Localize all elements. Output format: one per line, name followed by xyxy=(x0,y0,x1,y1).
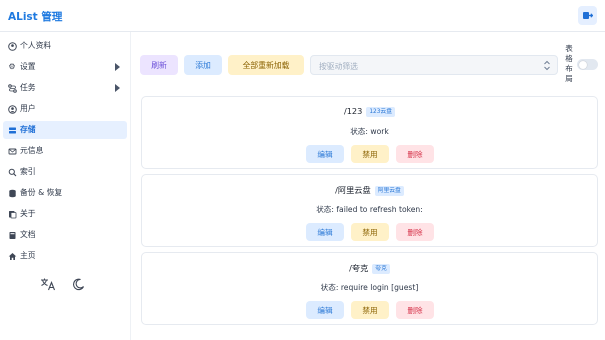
driver-filter-select[interactable]: 按驱动筛选 xyxy=(310,55,558,75)
expand-caret-icon xyxy=(115,84,120,92)
sidebar-item-label: 文档 xyxy=(20,230,36,239)
edit-button[interactable]: 编辑 xyxy=(306,145,344,163)
sidebar-item-label: 索引 xyxy=(20,167,36,176)
chevron-updown-icon xyxy=(544,60,550,71)
info-icon xyxy=(7,209,17,219)
sidebar-item-label: 元信息 xyxy=(20,146,44,155)
sidebar-item-label: 备份 & 恢复 xyxy=(20,188,63,197)
add-button[interactable]: 添加 xyxy=(184,55,222,75)
meta-icon xyxy=(7,146,17,156)
driver-badge: 123云盘 xyxy=(366,107,396,117)
storage-actions: 编辑 禁用 删除 xyxy=(306,223,434,241)
sidebar-item-docs[interactable]: 文档 xyxy=(3,226,127,244)
disable-button[interactable]: 禁用 xyxy=(351,145,389,163)
sidebar-item-label: 个人资料 xyxy=(20,41,52,50)
reload-all-button[interactable]: 全部重新加载 xyxy=(228,55,304,75)
database-icon xyxy=(7,125,17,135)
sidebar-item-label: 关于 xyxy=(20,209,36,218)
storage-card: /阿里云盘 阿里云盘 状态: failed to refresh token: 编… xyxy=(141,174,598,247)
storage-actions: 编辑 禁用 删除 xyxy=(306,301,434,319)
sidebar-item-profile[interactable]: 个人资料 xyxy=(3,37,127,55)
storage-actions: 编辑 禁用 删除 xyxy=(306,145,434,163)
delete-button[interactable]: 删除 xyxy=(396,145,434,163)
sidebar-item-label: 用户 xyxy=(20,104,36,113)
expand-caret-icon xyxy=(115,63,120,71)
disable-button[interactable]: 禁用 xyxy=(351,223,389,241)
logout-button[interactable] xyxy=(578,6,597,25)
refresh-button[interactable]: 刷新 xyxy=(140,55,178,75)
driver-badge: 夸克 xyxy=(372,264,390,274)
route-icon xyxy=(7,83,17,93)
driver-filter-placeholder: 按驱动筛选 xyxy=(319,62,358,71)
driver-badge: 阿里云盘 xyxy=(374,186,404,196)
storage-status: 状态: require login [guest] xyxy=(320,283,419,292)
logout-icon xyxy=(583,12,593,19)
sidebar-item-tasks[interactable]: 任务 xyxy=(3,79,127,97)
user-circle-icon xyxy=(7,41,17,51)
sidebar-item-settings[interactable]: ⚙ 设置 xyxy=(3,58,127,76)
top-header: AList 管理 xyxy=(0,0,605,32)
app-title: AList 管理 xyxy=(8,11,63,23)
sidebar-item-meta[interactable]: 元信息 xyxy=(3,142,127,160)
sidebar-item-backup[interactable]: 备份 & 恢复 xyxy=(3,184,127,202)
toggle-knob xyxy=(578,60,587,69)
sidebar-item-label: 任务 xyxy=(20,83,36,92)
edit-button[interactable]: 编辑 xyxy=(306,223,344,241)
sidebar-item-storage[interactable]: 存储 xyxy=(3,121,127,139)
storage-title: /阿里云盘 阿里云盘 xyxy=(142,184,597,196)
sidebar-item-index[interactable]: 索引 xyxy=(3,163,127,181)
delete-button[interactable]: 删除 xyxy=(396,301,434,319)
storage-status: 状态: failed to refresh token: xyxy=(316,205,423,214)
sidebar-item-label: 主页 xyxy=(20,251,36,260)
sidebar: 个人资料 ⚙ 设置 任务 用户 存储 元信息 索引 备份 & 恢复 关于 文档 … xyxy=(0,32,131,340)
sidebar-item-about[interactable]: 关于 xyxy=(3,205,127,223)
delete-button[interactable]: 删除 xyxy=(396,223,434,241)
sidebar-item-label: 设置 xyxy=(20,62,36,71)
storage-path: /123 xyxy=(343,106,363,116)
sidebar-tools xyxy=(40,276,100,292)
edit-button[interactable]: 编辑 xyxy=(306,301,344,319)
storage-path: /阿里云盘 xyxy=(335,185,371,195)
user-icon xyxy=(7,104,17,114)
translate-icon[interactable] xyxy=(40,276,56,292)
storage-title: /123 123云盘 xyxy=(142,106,597,117)
home-icon xyxy=(7,251,17,261)
storage-path: /夸克 xyxy=(349,263,369,273)
table-layout-label: 表格布局 xyxy=(565,44,573,83)
book-icon xyxy=(7,230,17,240)
sidebar-item-label: 存储 xyxy=(20,125,36,134)
moon-icon[interactable] xyxy=(70,276,86,292)
storage-status: 状态: work xyxy=(350,127,389,136)
backup-icon xyxy=(7,188,17,198)
disable-button[interactable]: 禁用 xyxy=(351,301,389,319)
gear-icon: ⚙ xyxy=(8,62,16,71)
search-icon xyxy=(7,167,17,177)
storage-card: /123 123云盘 状态: work 编辑 禁用 删除 xyxy=(141,96,598,169)
storage-card: /夸克 夸克 状态: require login [guest] 编辑 禁用 删除 xyxy=(141,252,598,325)
sidebar-item-home[interactable]: 主页 xyxy=(3,247,127,265)
sidebar-item-users[interactable]: 用户 xyxy=(3,100,127,118)
table-layout-toggle[interactable] xyxy=(577,59,598,70)
storage-title: /夸克 夸克 xyxy=(142,262,597,274)
